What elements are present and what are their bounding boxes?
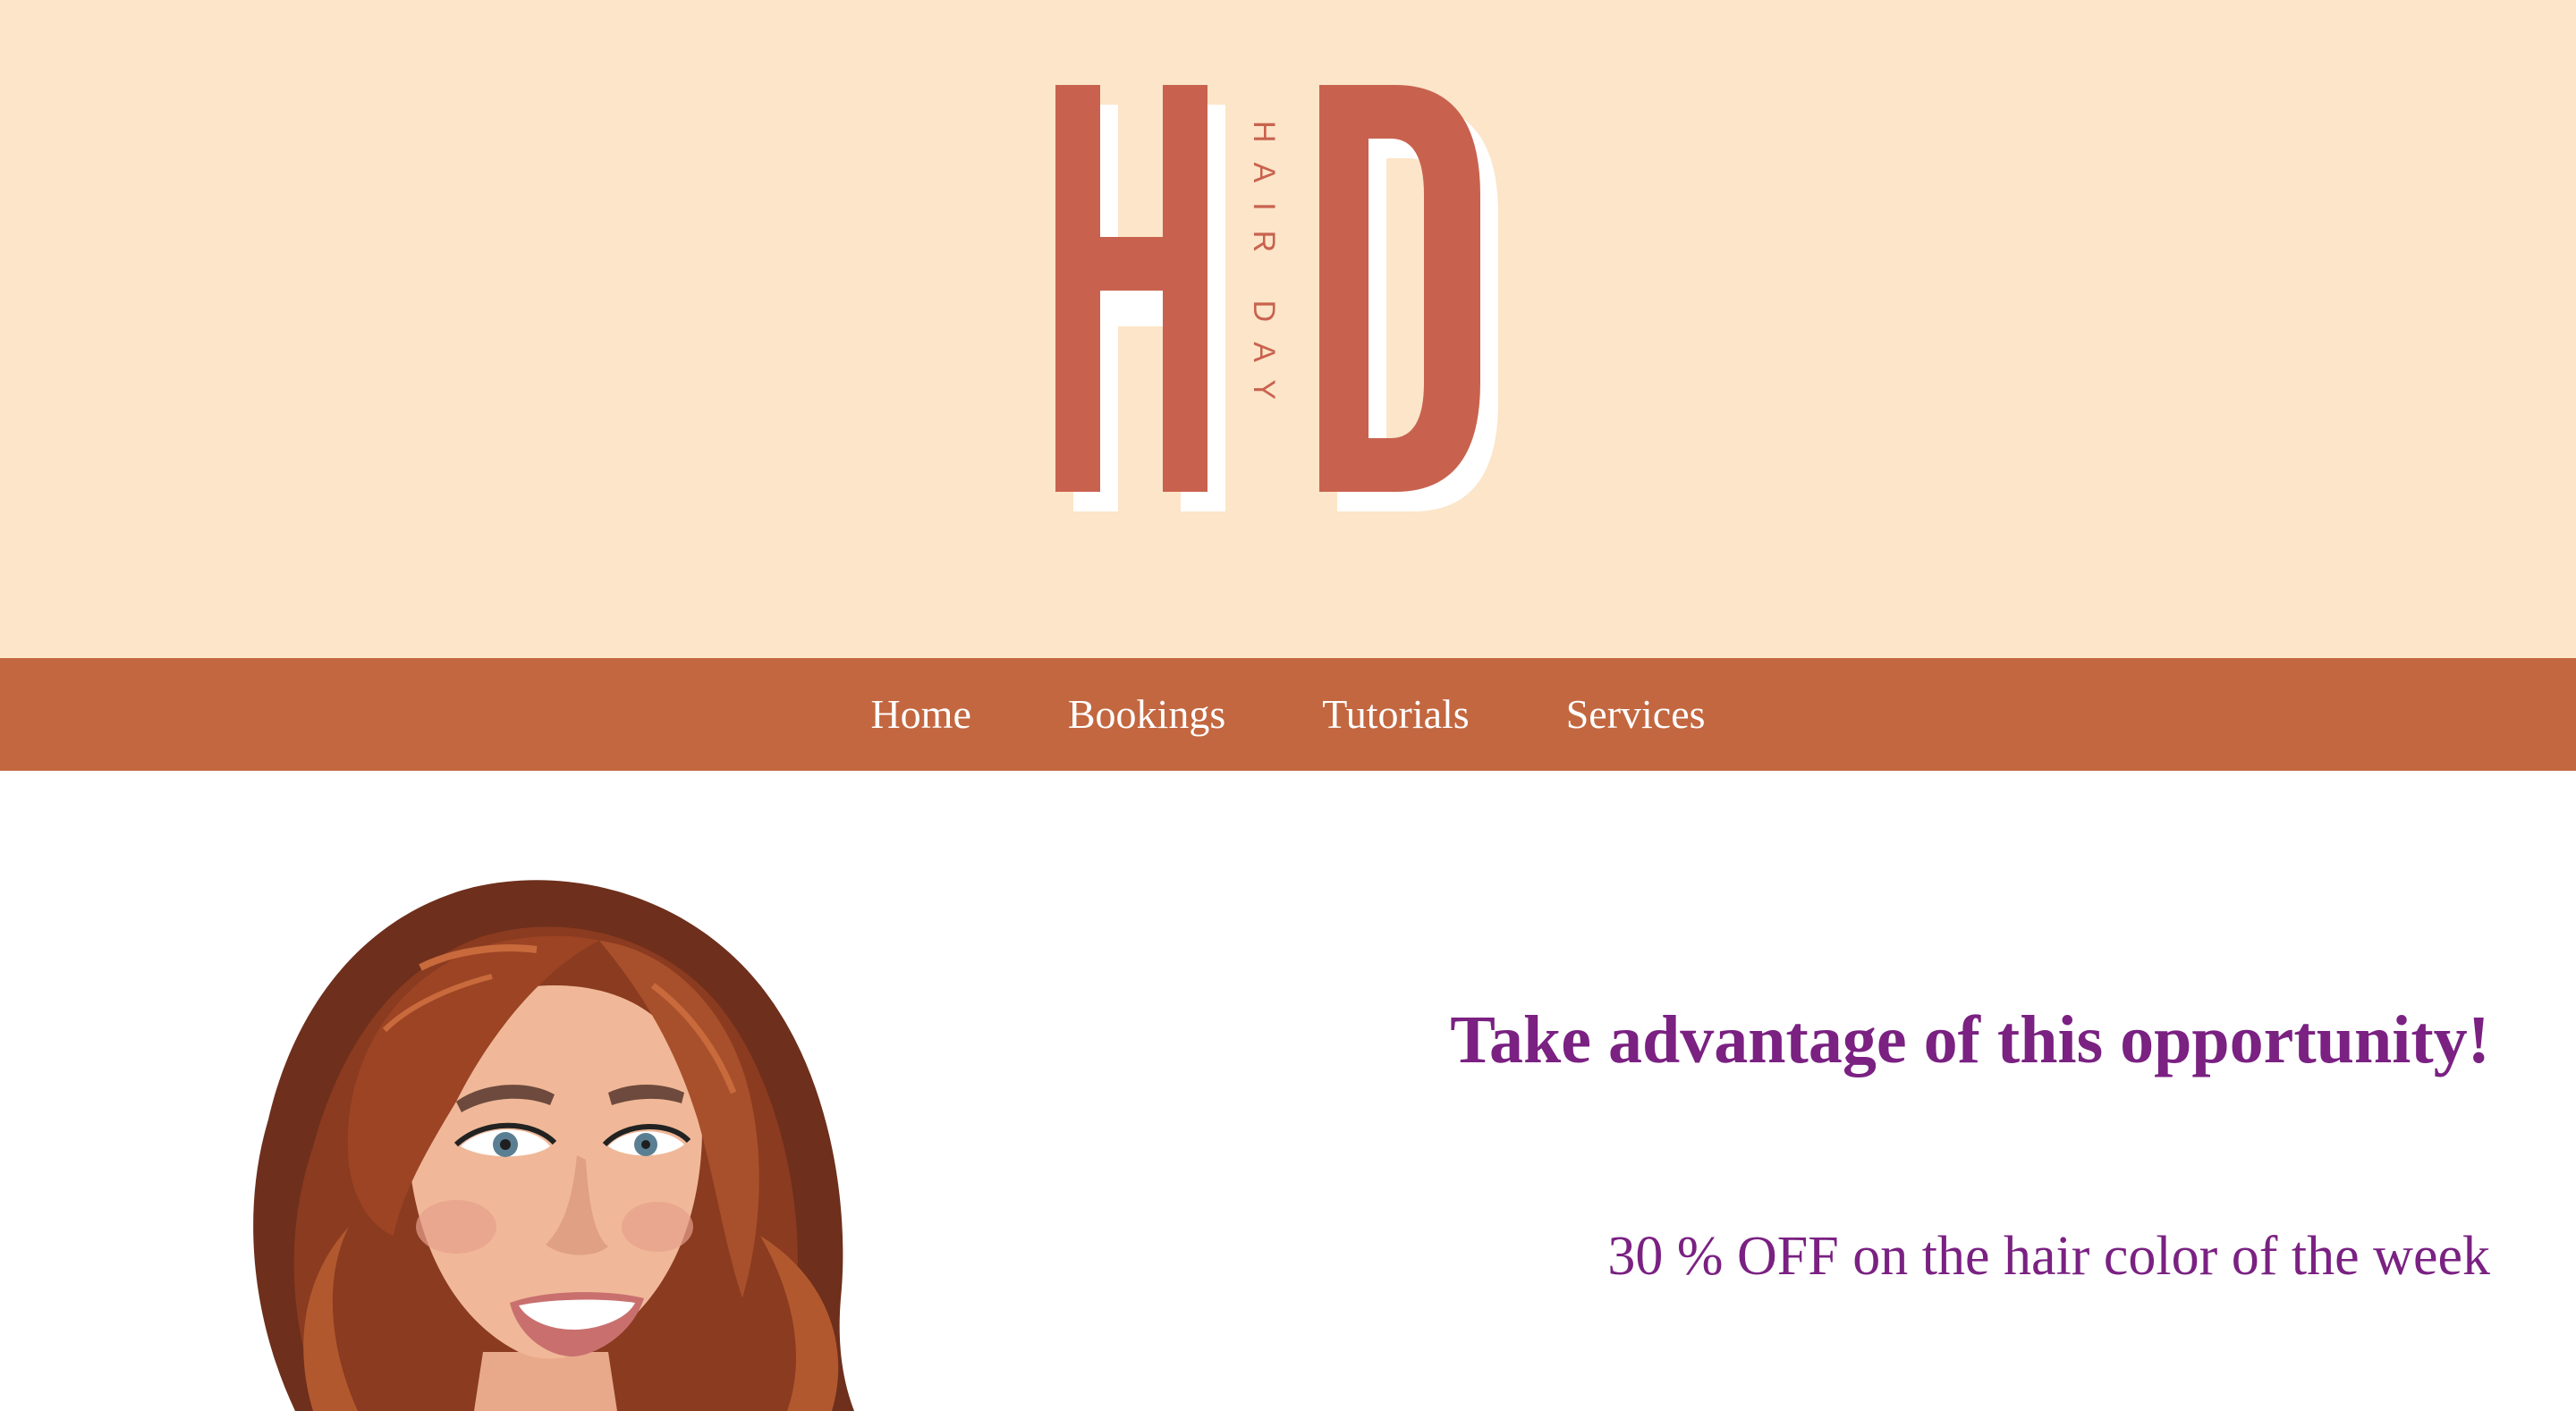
site-header: HAIR DAY <box>0 0 2576 658</box>
main-nav: Home Bookings Tutorials Services <box>0 658 2576 771</box>
nav-bookings[interactable]: Bookings <box>1068 694 1225 735</box>
nav-tutorials[interactable]: Tutorials <box>1322 694 1469 735</box>
promo-title: Take advantage of this opportunity! <box>1450 1002 2490 1077</box>
main-content: Take advantage of this opportunity! 30 %… <box>0 771 2576 1411</box>
promo-subtitle: 30 % OFF on the hair color of the week <box>1607 1226 2490 1287</box>
nav-services[interactable]: Services <box>1566 694 1706 735</box>
hair-day-logo[interactable]: HAIR DAY <box>1055 85 1521 514</box>
nav-home[interactable]: Home <box>870 694 970 735</box>
svg-text:HAIR DAY: HAIR DAY <box>1247 121 1281 419</box>
woman-portrait-illustration <box>188 851 903 1411</box>
